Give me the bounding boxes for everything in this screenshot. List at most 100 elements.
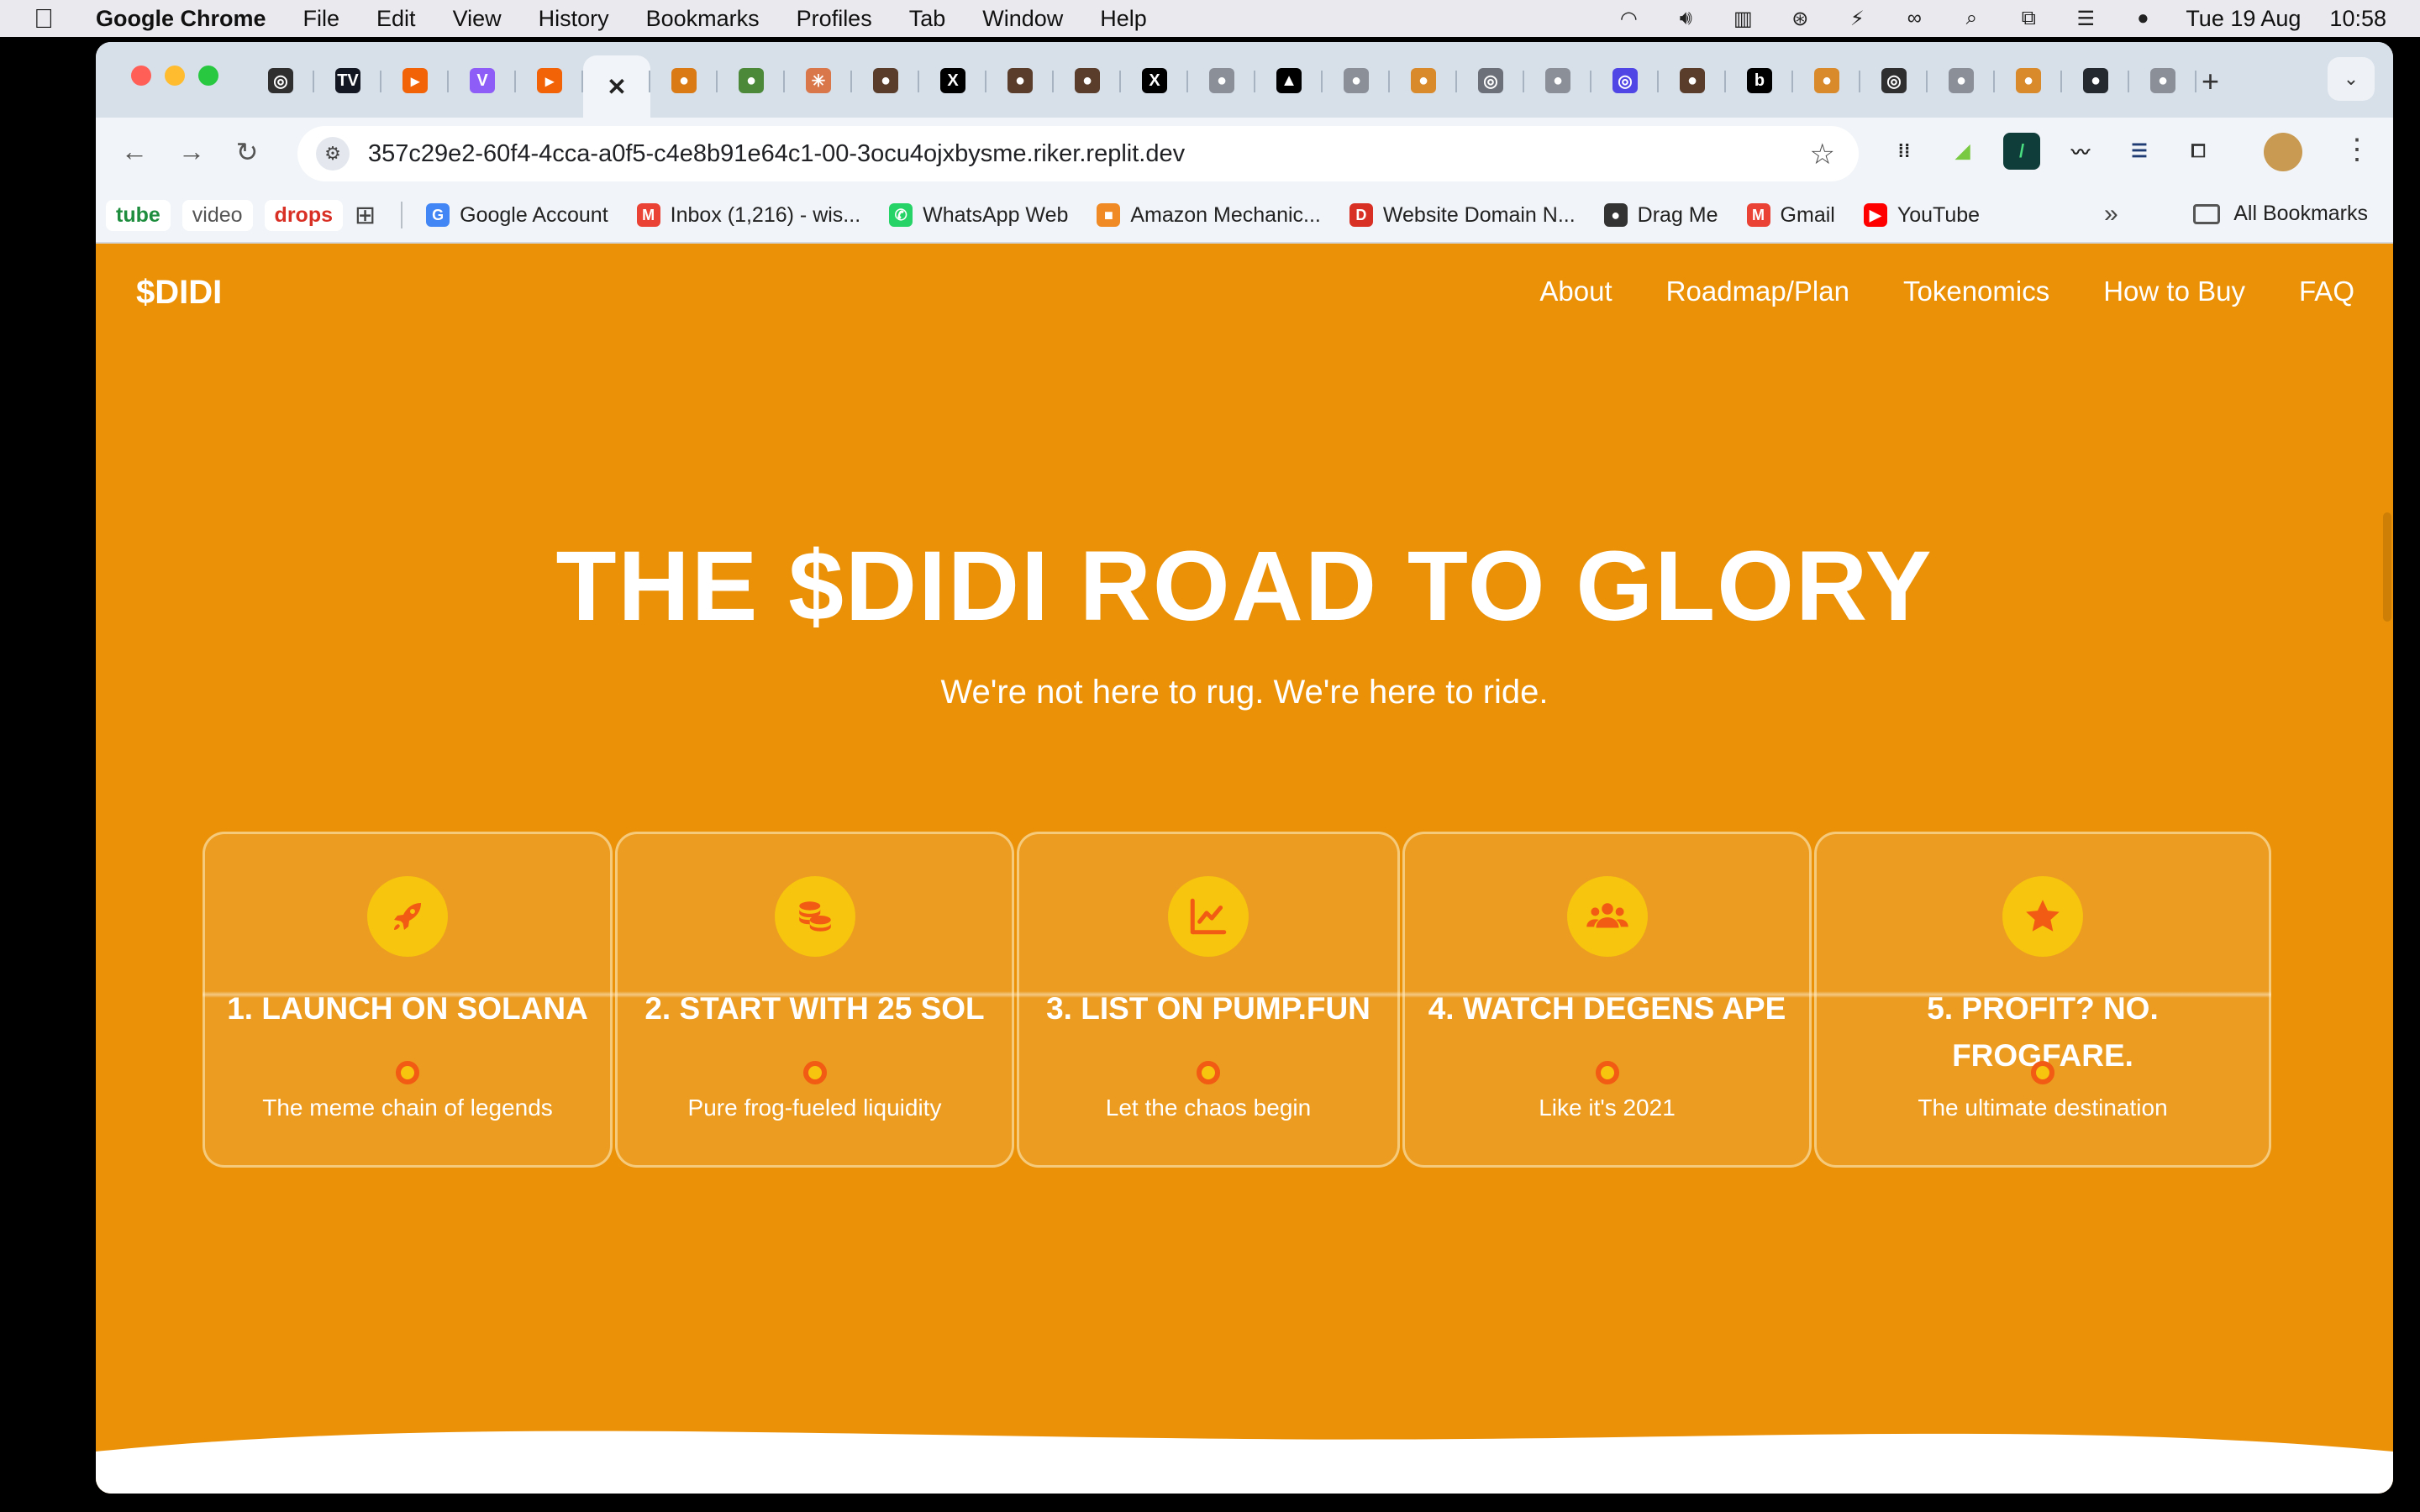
bookmark-item[interactable]: ■ Amazon Mechanic... xyxy=(1097,203,1321,228)
forward-button[interactable]: → xyxy=(175,136,208,167)
tab[interactable]: ● xyxy=(718,55,785,106)
bookmark-item[interactable]: G Google Account xyxy=(426,203,608,228)
bookmark-item[interactable]: ● Drag Me xyxy=(1603,203,1718,228)
tab[interactable]: ● xyxy=(1928,55,1995,106)
tab[interactable]: X xyxy=(1121,55,1188,106)
bookmark-chip-drops[interactable]: drops xyxy=(264,199,343,231)
search-icon[interactable]: ⌕ xyxy=(1957,7,1986,29)
all-bookmarks-button[interactable]: All Bookmarks xyxy=(2193,202,2368,226)
more-bookmarks-icon[interactable]: » xyxy=(2104,200,2118,228)
bookmark-chip-tube[interactable]: tube xyxy=(106,199,171,231)
menubar-time[interactable]: 10:58 xyxy=(2329,6,2386,32)
tab[interactable]: ● xyxy=(1390,55,1457,106)
scrollbar-thumb[interactable] xyxy=(2383,512,2391,622)
globe-icon: ● xyxy=(2150,68,2175,93)
address-bar[interactable]: ⚙ 357c29e2-60f4-4cca-a0f5-c4e8b91e64c1-0… xyxy=(297,126,1859,181)
nav-roadmap[interactable]: Roadmap/Plan xyxy=(1666,276,1849,307)
minimize-window-button[interactable] xyxy=(165,66,185,86)
tab[interactable]: ● xyxy=(1323,55,1390,106)
tab[interactable]: ◎ xyxy=(247,55,314,106)
tab[interactable]: ▸ xyxy=(516,55,583,106)
menubar-date[interactable]: Tue 19 Aug xyxy=(2186,6,2301,32)
bookmark-item[interactable]: D Website Domain N... xyxy=(1349,203,1576,228)
tab[interactable]: ● xyxy=(650,55,718,106)
bookmark-chip-video[interactable]: video xyxy=(182,199,253,231)
accessibility-icon[interactable]: ⊛ xyxy=(1786,8,1814,30)
bookmark-item[interactable]: M Gmail xyxy=(1746,203,1835,228)
extension-dots-icon[interactable]: ⁞⁞ xyxy=(1886,133,1923,170)
extension-terminal-icon[interactable]: / xyxy=(2003,133,2040,170)
bookmark-star-icon[interactable]: ☆ xyxy=(1810,138,1835,171)
tab[interactable]: ● xyxy=(1188,55,1255,106)
url-text[interactable]: 357c29e2-60f4-4cca-a0f5-c4e8b91e64c1-00-… xyxy=(368,140,1185,168)
tab[interactable]: TV xyxy=(314,55,381,106)
apple-icon[interactable]:  xyxy=(34,3,62,34)
tab[interactable]: ▲ xyxy=(1255,55,1323,106)
tab[interactable]: ● xyxy=(2129,55,2196,106)
nav-tokenomics[interactable]: Tokenomics xyxy=(1903,276,2049,307)
bookmark-item[interactable]: M Inbox (1,216) - wis... xyxy=(636,203,860,228)
menu-bookmarks[interactable]: Bookmarks xyxy=(646,6,760,32)
tab[interactable]: ● xyxy=(1793,55,1860,106)
new-tab-button[interactable]: + xyxy=(2202,64,2219,99)
tab[interactable]: ● xyxy=(1054,55,1121,106)
fullscreen-window-button[interactable] xyxy=(198,66,218,86)
tab[interactable]: ✳ xyxy=(785,55,852,106)
tab[interactable]: b xyxy=(1726,55,1793,106)
site-settings-icon[interactable]: ⚙ xyxy=(316,137,350,171)
link-icon[interactable]: ∞ xyxy=(1900,7,1928,29)
extension-leaf-icon[interactable]: ◢ xyxy=(1944,133,1981,170)
bookmark-item[interactable]: ✆ WhatsApp Web xyxy=(889,203,1068,228)
extension-wave-icon[interactable]: 〰 xyxy=(2062,133,2099,170)
menu-profiles[interactable]: Profiles xyxy=(797,6,872,32)
menu-window[interactable]: Window xyxy=(982,6,1063,32)
tab[interactable]: ● xyxy=(986,55,1054,106)
menu-view[interactable]: View xyxy=(453,6,502,32)
bookmark-label: WhatsApp Web xyxy=(923,202,1069,227)
openai-icon: ◎ xyxy=(1881,68,1907,93)
extension-list-icon[interactable]: ☰ xyxy=(2121,133,2158,170)
site-logo[interactable]: $DIDI xyxy=(136,274,222,312)
close-icon[interactable]: ✕ xyxy=(604,74,629,100)
apps-grid-icon[interactable]: ⊞ xyxy=(355,201,376,230)
wifi-icon[interactable]: ◠ xyxy=(1614,8,1643,30)
nav-about[interactable]: About xyxy=(1539,276,1612,307)
tab[interactable]: ▸ xyxy=(381,55,449,106)
siri-icon[interactable]: ● xyxy=(2128,7,2157,29)
nav-faq[interactable]: FAQ xyxy=(2299,276,2354,307)
nav-how-to-buy[interactable]: How to Buy xyxy=(2103,276,2245,307)
page-scrollbar[interactable] xyxy=(2381,244,2393,1494)
tab[interactable]: ◎ xyxy=(1457,55,1524,106)
extensions-puzzle-icon[interactable]: ⧠ xyxy=(2180,133,2217,170)
volume-icon[interactable]: 🔊︎ xyxy=(1671,7,1700,29)
menu-file[interactable]: File xyxy=(303,6,340,32)
close-window-button[interactable] xyxy=(131,66,151,86)
menu-help[interactable]: Help xyxy=(1100,6,1147,32)
battery-icon[interactable]: ▥ xyxy=(1728,8,1757,30)
menu-app-name[interactable]: Google Chrome xyxy=(96,6,266,32)
globe-icon: ● xyxy=(1344,68,1369,93)
back-button[interactable]: ← xyxy=(118,136,151,167)
tab[interactable]: ● xyxy=(1524,55,1591,106)
screen-mirroring-icon[interactable]: ⧉ xyxy=(2014,7,2043,29)
tab[interactable]: X xyxy=(919,55,986,106)
menu-history[interactable]: History xyxy=(539,6,609,32)
tab[interactable]: ● xyxy=(2062,55,2129,106)
tab[interactable]: ◎ xyxy=(1591,55,1659,106)
tab[interactable]: V xyxy=(449,55,516,106)
menu-edit[interactable]: Edit xyxy=(376,6,416,32)
openai-icon: ◎ xyxy=(268,68,293,93)
bookmark-item[interactable]: ▶ YouTube xyxy=(1863,203,1980,228)
chrome-menu-icon[interactable]: ⋮ xyxy=(2343,133,2371,166)
control-center-icon[interactable]: ☰ xyxy=(2071,8,2100,30)
menu-tab[interactable]: Tab xyxy=(909,6,946,32)
tab-search-button[interactable]: ⌄ xyxy=(2328,57,2375,101)
tab[interactable]: ● xyxy=(1659,55,1726,106)
tab[interactable]: ● xyxy=(852,55,919,106)
tab[interactable]: ● xyxy=(1995,55,2062,106)
reload-button[interactable]: ↻ xyxy=(230,136,264,168)
profile-avatar[interactable] xyxy=(2264,133,2302,171)
battery-charging-icon[interactable]: ⚡︎ xyxy=(1843,8,1871,30)
tab-active[interactable]: ✕ xyxy=(583,55,650,118)
tab[interactable]: ◎ xyxy=(1860,55,1928,106)
